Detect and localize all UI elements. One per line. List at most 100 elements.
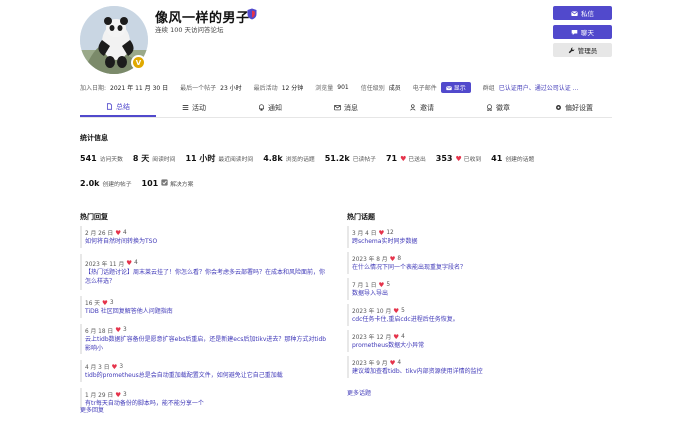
item-likes: 4 (401, 333, 405, 340)
stat-recent-read-time: 11 小时 最近阅读时间 (185, 153, 253, 164)
item-date: 2023 年 10 月 (352, 309, 392, 315)
stat-likes-given: 71 ♥ 已送出 (386, 154, 426, 163)
stat-posts-read: 51.2k 已读帖子 (325, 154, 376, 163)
list-item[interactable]: 7 月 1 日 ♥ 5 数据导入导出 (347, 278, 597, 300)
activity-icon (182, 104, 189, 111)
check-square-icon (161, 179, 168, 186)
heart-icon: ♥ (115, 390, 122, 399)
stat-label: 最近阅读时间 (218, 157, 254, 163)
stat-label: 浏览的话题 (285, 157, 315, 163)
item-date: 2023 年 8 月 (352, 257, 388, 263)
last-active-value: 12 分钟 (281, 85, 304, 92)
item-title-link[interactable]: 云上tidb数据扩容备份是愿意扩容ebs后重启，还是新建ecs后加tikv进去？… (85, 335, 330, 353)
wrench-icon (568, 47, 575, 53)
list-item[interactable]: 2023 年 12 月 ♥ 4 prometheus数据大小异常 (347, 330, 597, 352)
item-title-link[interactable]: tidb的prometheus总是会自动重加载配置文件，如何避免让它自己重加载 (85, 371, 330, 380)
item-likes: 4 (397, 359, 402, 366)
views-value: 901 (337, 84, 349, 91)
item-likes: 3 (123, 391, 127, 398)
list-item[interactable]: 1 月 29 日 ♥ 3 有tr每天自动备份的脚本吗，能不能分享一个 (80, 388, 330, 410)
chat-bubble-icon (571, 29, 578, 35)
item-date: 6 月 18 日 (85, 328, 114, 335)
verified-badge: V (131, 55, 146, 70)
heart-icon: ♥ (115, 326, 122, 334)
item-date: 7 月 1 日 (352, 283, 377, 289)
message-button[interactable]: 私信 (553, 6, 612, 20)
groups-link[interactable]: 已认证用户、通过公司认证 ... (499, 83, 579, 92)
stat-label: 已读帖子 (352, 157, 376, 163)
item-title-link[interactable]: 数据导入导出 (352, 289, 597, 298)
heart-icon: ♥ (102, 298, 108, 307)
stat-label: 创建的帖子 (102, 182, 132, 188)
heart-icon: ♥ (400, 155, 407, 163)
admin-button-label: 管理员 (577, 47, 598, 55)
stats-title: 统计信息 (80, 134, 108, 142)
list-item[interactable]: 3 月 4 日 ♥ 12 跨schema实时同步数据 (347, 226, 597, 248)
stat-posts-created: 2.0k 创建的帖子 (80, 179, 132, 188)
list-item[interactable]: 2 月 26 日 ♥ 4 如何将自然时间转换为TSO (80, 226, 330, 248)
tab-label: 通知 (268, 103, 282, 112)
list-item[interactable]: 4 月 3 日 ♥ 3 tidb的prometheus总是会自动重加载配置文件，如何… (80, 360, 330, 382)
heart-icon: ♥ (389, 254, 396, 263)
tab-label: 偏好设置 (565, 103, 593, 112)
list-item[interactable]: 2023 年 9 月 ♥ 4 建议增加查看tidb、tikv内部资源使用详情的监控 (347, 356, 597, 378)
stat-days-visited: 541 访问天数 (80, 154, 123, 163)
stat-solutions: 101 解决方案 (142, 179, 194, 188)
show-email-button[interactable]: 显示 (440, 82, 471, 93)
user-plus-icon (410, 104, 416, 111)
item-title-link[interactable]: 如何将自然时间转换为TSO (85, 237, 330, 246)
list-item[interactable]: 2023 年 8 月 ♥ 8 在什么情况下同一个表能出现重复字段名？ (347, 252, 597, 274)
heart-icon: ♥ (111, 362, 118, 371)
joined-value: 2021 年 11 月 30 日 (110, 85, 169, 92)
stat-value: 11 小时 (185, 154, 216, 163)
admin-button[interactable]: 管理员 (553, 43, 612, 57)
stat-likes-received: 353 ♥ 已收到 (436, 154, 481, 163)
item-likes: 3 (109, 299, 114, 306)
hot-replies-list: 2 月 26 日 ♥ 4 如何将自然时间转换为TSO 2023 年 11 月 ♥ 4 【… (80, 226, 330, 410)
chat-button[interactable]: 聊天 (553, 25, 612, 39)
last-active-label: 最后活动 (253, 85, 278, 92)
tab-label: 活动 (192, 103, 206, 112)
stat-value: 8 天 (132, 154, 150, 163)
more-replies-link[interactable]: 更多回复 (80, 405, 104, 414)
item-likes: 3 (119, 363, 124, 370)
stat-value: 51.2k (324, 154, 350, 163)
stat-value: 71 (385, 154, 398, 163)
stat-label: 解决方案 (170, 182, 194, 188)
item-title-link[interactable]: 有tr每天自动备份的脚本吗，能不能分享一个 (85, 399, 330, 408)
list-item[interactable]: 16 天 ♥ 3 TiDB 社区回复解答他人问题指南 (80, 296, 330, 318)
list-item[interactable]: 2023 年 10 月 ♥ 5 cdc任务卡住,重启cdc进程后任务恢复。 (347, 304, 597, 326)
tab-invites[interactable]: 邀请 (384, 98, 460, 117)
tab-activity[interactable]: 活动 (156, 98, 232, 117)
tab-messages[interactable]: 消息 (308, 98, 384, 117)
item-date: 2023 年 12 月 (352, 335, 392, 341)
item-title-link[interactable]: 跨schema实时同步数据 (352, 237, 597, 246)
list-item[interactable]: 2023 年 11 月 ♥ 4 【热门话题讨论】周末莱云挂了！你怎么看？你会考虑多云… (80, 254, 330, 290)
tab-notifications[interactable]: 通知 (232, 98, 308, 117)
item-date: 2 月 26 日 (85, 231, 114, 237)
stat-label: 阅读时间 (152, 157, 176, 163)
tab-badges[interactable]: 徽章 (460, 98, 536, 117)
tab-summary[interactable]: 总结 (80, 98, 156, 117)
item-title-link[interactable]: 在什么情况下同一个表能出现重复字段名？ (352, 263, 597, 272)
moderator-shield-icon (247, 8, 257, 20)
item-title-link[interactable]: 建议增加查看tidb、tikv内部资源使用详情的监控 (352, 367, 597, 376)
show-email-label: 显示 (453, 85, 466, 92)
stat-label: 创建的话题 (505, 157, 535, 163)
tab-label: 总结 (116, 102, 130, 111)
chat-button-label: 聊天 (581, 29, 594, 37)
more-topics-link[interactable]: 更多话题 (347, 388, 371, 397)
heart-icon: ♥ (378, 280, 385, 289)
item-title-link[interactable]: cdc任务卡住,重启cdc进程后任务恢复。 (352, 315, 597, 324)
list-item[interactable]: 6 月 18 日 ♥ 3 云上tidb数据扩容备份是愿意扩容ebs后重启，还是新建e… (80, 324, 330, 354)
tab-preferences[interactable]: 偏好设置 (536, 98, 612, 117)
item-title-link[interactable]: prometheus数据大小异常 (352, 341, 597, 350)
bell-icon (259, 104, 264, 111)
stats-row-1: 541 访问天数 8 天阅读时间 11 小时 最近阅读时间 4.8k 浏览的话题 51… (80, 153, 544, 164)
item-title-link[interactable]: 【热门话题讨论】周末莱云挂了！你怎么看？你会考虑多云部署吗？在成本和风险面前，你… (85, 268, 330, 286)
trust-level-value: 成员 (388, 85, 401, 92)
item-title-link[interactable]: TiDB 社区回复解答他人问题指南 (85, 307, 330, 316)
item-date: 2023 年 11 月 (85, 261, 125, 268)
hot-topics-list: 3 月 4 日 ♥ 12 跨schema实时同步数据 2023 年 8 月 ♥ 8 在什… (347, 226, 597, 378)
last-post-label: 最后一个帖子 (180, 85, 217, 92)
